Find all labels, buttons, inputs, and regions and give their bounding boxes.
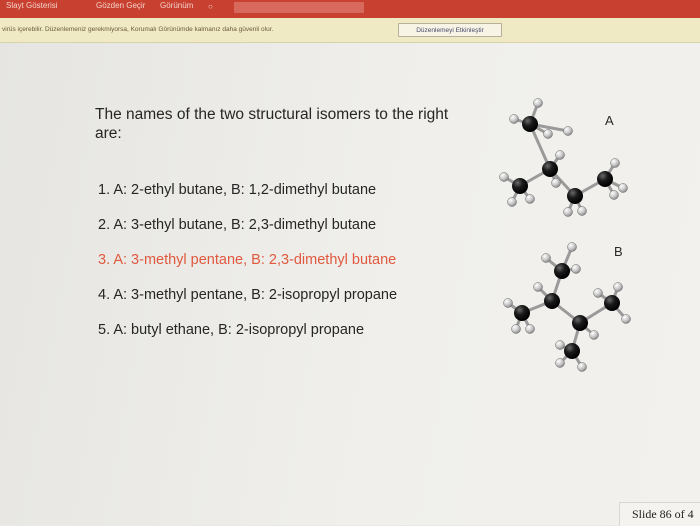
tab-review[interactable]: Gözden Geçir — [96, 1, 145, 11]
answer-option-4: 4. A: 3-methyl pentane, B: 2-isopropyl p… — [98, 287, 398, 303]
enable-editing-button[interactable]: Düzenlemeyi Etkinleştir — [398, 23, 502, 37]
hydrogen-atom — [533, 98, 543, 108]
answer-option-2: 2. A: 3-ethyl butane, B: 2,3-dimethyl bu… — [98, 217, 377, 233]
ribbon-bar: Slayt Gösterisi Gözden Geçir Görünüm ○ — [0, 0, 700, 18]
tab-slide-show[interactable]: Slayt Gösterisi — [6, 1, 58, 11]
molecule-a-label: A — [605, 113, 614, 128]
answer-option-1: 1. A: 2-ethyl butane, B: 1,2-dimethyl bu… — [98, 182, 377, 198]
answer-options: 1. A: 2-ethyl butane, B: 1,2-dimethyl bu… — [98, 182, 397, 357]
lightbulb-icon[interactable]: ○ — [208, 1, 217, 12]
carbon-atom — [522, 116, 538, 132]
molecule-b-label: B — [614, 244, 623, 259]
protected-view-bar: virüs içerebilir. Düzenlemeniz gerekmiyo… — [0, 18, 700, 43]
molecule-b-model — [503, 242, 631, 372]
answer-option-3: 3. A: 3-methyl pentane, B: 2,3-dimethyl … — [98, 252, 397, 268]
tab-view[interactable]: Görünüm — [160, 1, 193, 11]
molecule-a-model — [499, 98, 628, 217]
status-bar: Slide 86 of 4 — [619, 502, 700, 526]
slide-canvas: The names of the two structural isomers … — [0, 43, 700, 526]
answer-option-5: 5. A: butyl ethane, B: 2-isopropyl propa… — [98, 322, 365, 338]
protected-view-message: virüs içerebilir. Düzenlemeniz gerekmiyo… — [2, 26, 274, 33]
tell-me-search-input[interactable] — [234, 2, 364, 13]
question-text: The names of the two structural isomers … — [95, 106, 449, 142]
slide-number: Slide 86 of 4 — [632, 507, 694, 521]
